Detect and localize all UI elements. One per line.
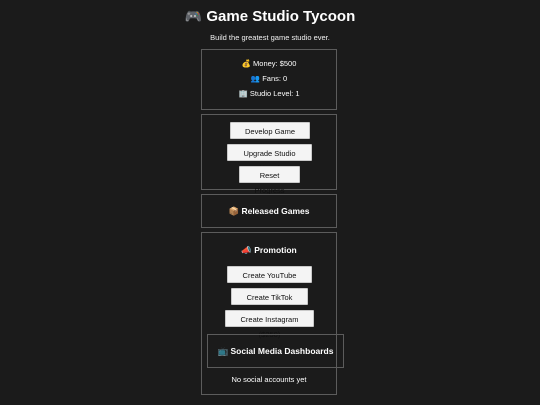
office-building-icon: 🏢 <box>238 89 248 98</box>
people-icon: 👥 <box>250 74 261 83</box>
promotion-heading: 📣 Promotion <box>202 244 336 257</box>
social-dashboards-title: Social Media Dashboards <box>230 346 334 356</box>
studio-level-value: Studio Level: 1 <box>249 89 300 98</box>
money-value: Money: $500 <box>253 59 297 68</box>
money-bag-icon: 💰 <box>241 59 251 68</box>
stats-panel: 💰 Money: $500 👥 Fans: 0 🏢 Studio Level: … <box>201 49 337 110</box>
social-dashboards-panel: 📺 Social Media Dashboards <box>207 334 344 368</box>
fans-value: Fans: 0 <box>262 74 288 83</box>
released-games-title: Released Games <box>241 206 310 216</box>
actions-panel: Develop Game ($100) Upgrade Studio ($500… <box>201 114 337 195</box>
page-title: 🎮 Game Studio Tycoon <box>0 7 540 27</box>
television-icon: 📺 <box>217 347 229 357</box>
fans-stat: 👥 Fans: 0 <box>202 74 336 84</box>
promotion-title: Promotion <box>254 245 297 255</box>
create-tiktok-button[interactable]: Create TikTok ($200) <box>231 288 308 317</box>
released-games-heading: 📦 Released Games <box>202 205 336 218</box>
no-social-accounts-text: No social accounts yet <box>231 375 307 384</box>
page-subtitle: Build the greatest game studio ever. <box>210 33 330 42</box>
megaphone-icon: 📣 <box>241 246 252 256</box>
page-title-text: Game Studio Tycoon <box>206 8 356 25</box>
upgrade-studio-button[interactable]: Upgrade Studio ($500) <box>227 144 312 173</box>
social-dashboards-heading: 📺 Social Media Dashboards <box>208 345 343 358</box>
promotion-panel: 📣 Promotion Create YouTube ($300) Create… <box>201 232 344 395</box>
package-icon: 📦 <box>228 207 240 217</box>
money-stat: 💰 Money: $500 <box>202 59 336 69</box>
develop-game-button[interactable]: Develop Game ($100) <box>230 122 310 151</box>
studio-level-stat: 🏢 Studio Level: 1 <box>202 89 336 99</box>
create-instagram-button[interactable]: Create Instagram ($250) <box>225 310 314 339</box>
game-studio-page: 🎮 Game Studio Tycoon Build the greatest … <box>0 0 540 405</box>
create-youtube-button[interactable]: Create YouTube ($300) <box>227 266 312 295</box>
game-controller-icon: 🎮 <box>184 9 203 25</box>
reset-progress-button[interactable]: Reset Progress <box>239 166 300 195</box>
released-games-panel: 📦 Released Games <box>201 194 337 228</box>
